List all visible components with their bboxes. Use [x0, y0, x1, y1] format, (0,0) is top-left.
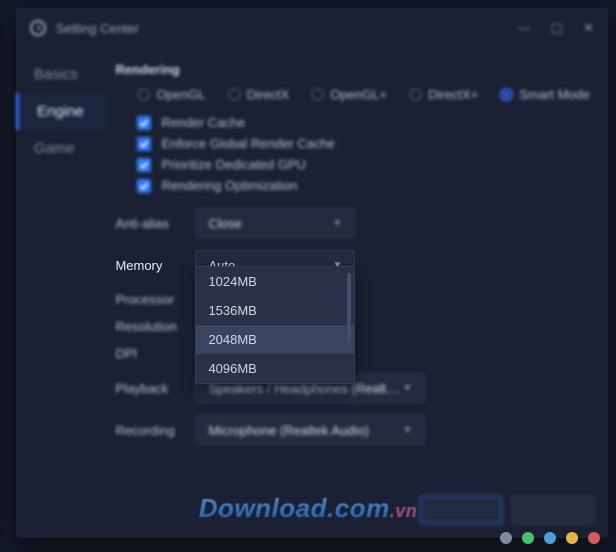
- tab-engine[interactable]: Engine: [16, 93, 107, 130]
- radio-directxplus[interactable]: DirectX+: [409, 87, 478, 102]
- dot-5: [588, 532, 600, 544]
- dropdown-scrollbar[interactable]: [347, 273, 351, 343]
- memory-option-1024[interactable]: 1024MB: [196, 267, 354, 296]
- settings-content: Rendering OpenGL DirectX OpenGL+ DirectX…: [107, 48, 608, 538]
- cancel-button[interactable]: [512, 496, 594, 524]
- label-playback: Playback: [115, 381, 195, 396]
- label-dpi: DPI: [115, 346, 195, 361]
- label-resolution: Resolution: [115, 319, 195, 334]
- chevron-down-icon: ▼: [403, 425, 413, 436]
- settings-window: Setting Center — ▢ ✕ Basics Engine Game …: [16, 8, 608, 538]
- app-logo-icon: [30, 20, 46, 36]
- checkbox-icon: [137, 179, 151, 193]
- titlebar: Setting Center — ▢ ✕: [16, 8, 608, 48]
- memory-option-4096[interactable]: 4096MB: [196, 354, 354, 383]
- close-icon[interactable]: ✕: [583, 20, 594, 36]
- radio-openglplus[interactable]: OpenGL+: [311, 87, 387, 102]
- select-anti-alias[interactable]: Close ▼: [195, 208, 355, 238]
- checkbox-icon: [137, 116, 151, 130]
- chevron-down-icon: ▼: [333, 218, 343, 229]
- label-memory: Memory: [115, 258, 195, 273]
- memory-dropdown: 1024MB 1536MB 2048MB 4096MB: [195, 266, 355, 384]
- rendering-mode-group: OpenGL DirectX OpenGL+ DirectX+ Smart Mo…: [115, 87, 590, 112]
- radio-smartmode[interactable]: Smart Mode: [500, 87, 590, 102]
- radio-directx[interactable]: DirectX: [228, 87, 290, 102]
- tab-game[interactable]: Game: [16, 130, 107, 167]
- dot-3: [544, 532, 556, 544]
- color-dots: [500, 532, 600, 544]
- check-dedicated-gpu[interactable]: Prioritize Dedicated GPU: [115, 154, 590, 175]
- window-title: Setting Center: [56, 21, 139, 36]
- dot-1: [500, 532, 512, 544]
- maximize-icon[interactable]: ▢: [551, 20, 563, 36]
- section-rendering-title: Rendering: [115, 62, 590, 77]
- dot-2: [522, 532, 534, 544]
- ok-button[interactable]: [420, 496, 502, 524]
- check-enforce-global[interactable]: Enforce Global Render Cache: [115, 133, 590, 154]
- row-recording: Recording Microphone (Realtek Audio) ▼: [115, 415, 590, 445]
- row-anti-alias: Anti-alias Close ▼: [115, 208, 590, 238]
- sidebar: Basics Engine Game: [16, 48, 107, 538]
- checkbox-icon: [137, 137, 151, 151]
- label-processor: Processor: [115, 292, 195, 307]
- memory-option-2048[interactable]: 2048MB: [196, 325, 354, 354]
- checkbox-icon: [137, 158, 151, 172]
- check-render-opt[interactable]: Rendering Optimization: [115, 175, 590, 196]
- memory-option-1536[interactable]: 1536MB: [196, 296, 354, 325]
- minimize-icon[interactable]: —: [518, 20, 531, 36]
- dot-4: [566, 532, 578, 544]
- check-render-cache[interactable]: Render Cache: [115, 112, 590, 133]
- chevron-down-icon: ▼: [403, 383, 413, 394]
- select-recording[interactable]: Microphone (Realtek Audio) ▼: [195, 415, 425, 445]
- label-recording: Recording: [115, 423, 195, 438]
- dialog-buttons: [420, 496, 594, 524]
- tab-basics[interactable]: Basics: [16, 56, 107, 93]
- radio-opengl[interactable]: OpenGL: [137, 87, 205, 102]
- label-anti-alias: Anti-alias: [115, 216, 195, 231]
